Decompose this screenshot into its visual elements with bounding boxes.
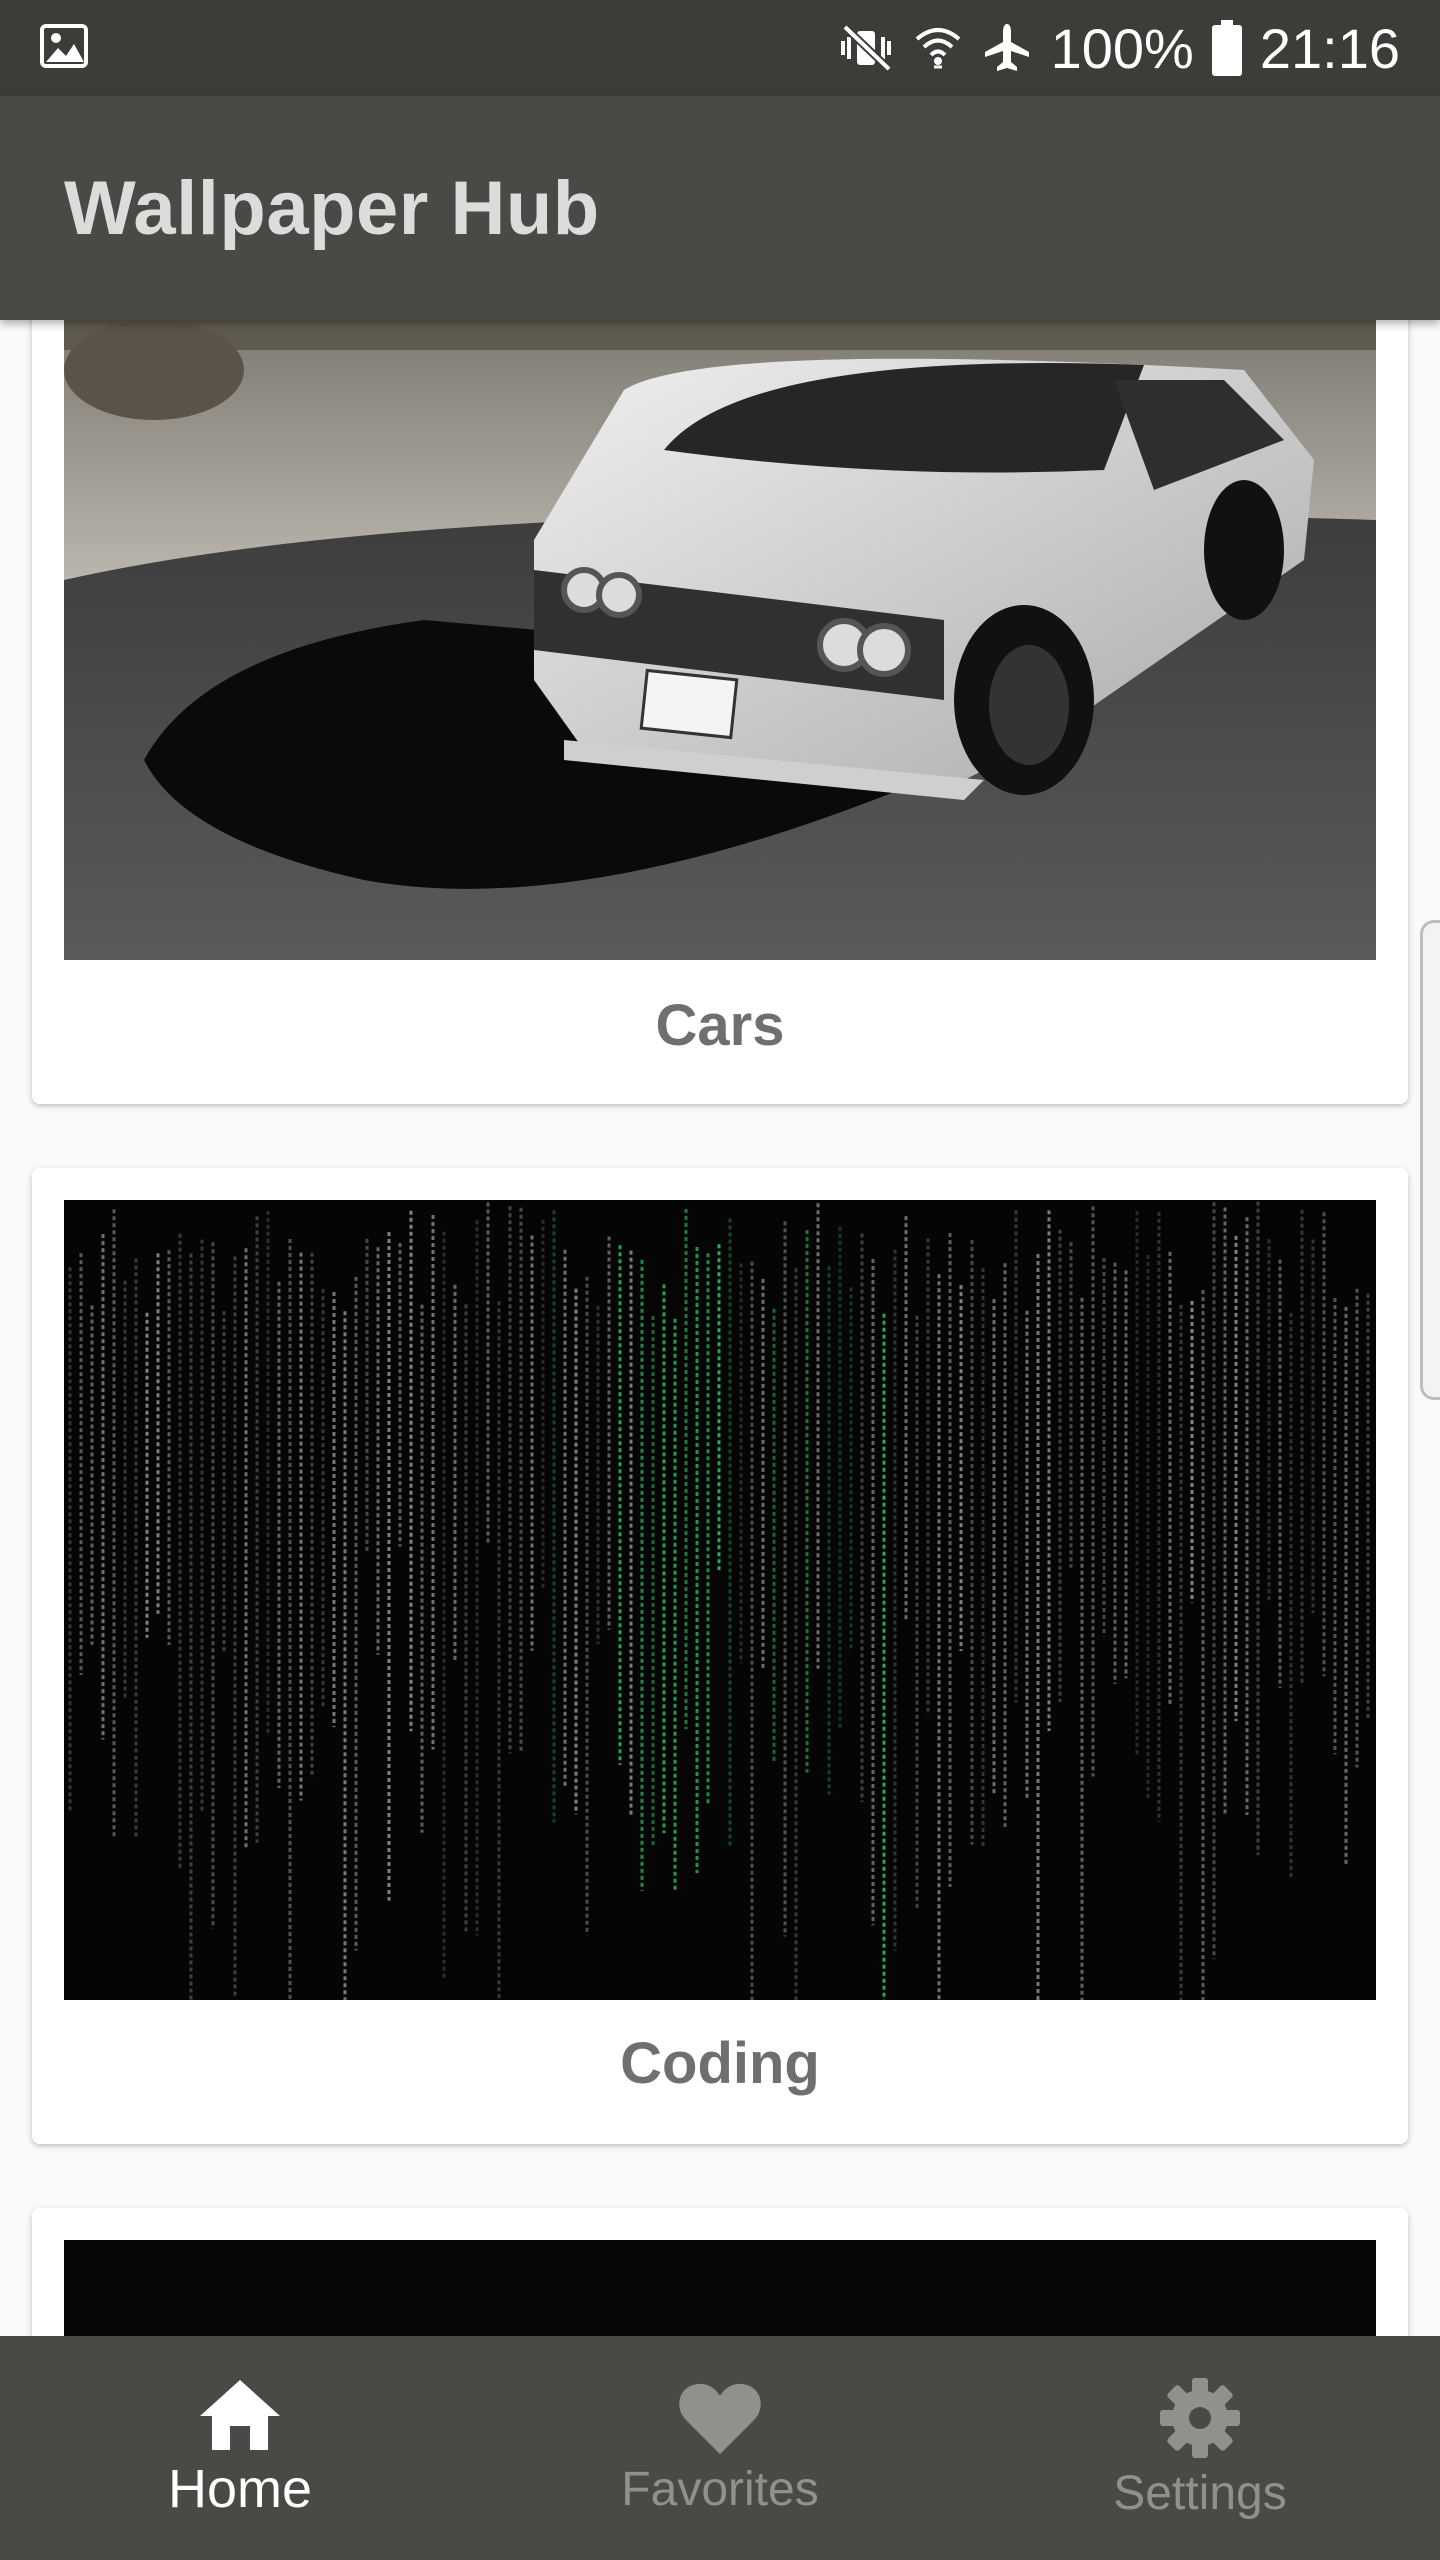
heart-icon	[678, 2380, 762, 2456]
nav-home[interactable]: Home	[0, 2336, 480, 2560]
app-bar: Wallpaper Hub	[0, 96, 1440, 320]
nav-favorites[interactable]: Favorites	[480, 2336, 960, 2560]
gear-icon	[1158, 2376, 1242, 2460]
category-label-cars: Cars	[655, 993, 785, 1058]
nav-home-label: Home	[167, 2459, 313, 2519]
nav-settings-label: Settings	[1113, 2466, 1287, 2520]
cars-wallpaper-image	[64, 320, 1376, 960]
nav-settings[interactable]: Settings	[960, 2336, 1440, 2560]
status-bar: 100% 21:16	[0, 0, 1440, 96]
app-title: Wallpaper Hub	[64, 165, 600, 251]
next-wallpaper-image	[64, 2240, 1376, 2336]
category-card-coding[interactable]: Coding	[32, 1168, 1408, 2144]
wifi-icon	[913, 23, 963, 73]
category-label-coding: Coding	[620, 2031, 820, 2096]
scrollbar-thumb[interactable]	[1420, 920, 1440, 1400]
airplane-mode-icon	[981, 22, 1033, 74]
coding-wallpaper-image	[64, 1200, 1376, 2000]
category-card-cars[interactable]: Cars	[32, 320, 1408, 1104]
bottom-navigation: Home Favorites Settings	[0, 2336, 1440, 2560]
battery-percent: 100%	[1050, 16, 1194, 80]
category-list[interactable]: Cars Coding	[0, 320, 1440, 2336]
nav-favorites-label: Favorites	[621, 2462, 819, 2516]
gallery-notification-icon	[40, 23, 88, 73]
category-card-next[interactable]	[32, 2208, 1408, 2336]
battery-icon	[1211, 20, 1242, 76]
home-icon	[198, 2376, 282, 2452]
vibrate-mute-icon	[839, 23, 895, 73]
clock: 21:16	[1259, 16, 1400, 80]
